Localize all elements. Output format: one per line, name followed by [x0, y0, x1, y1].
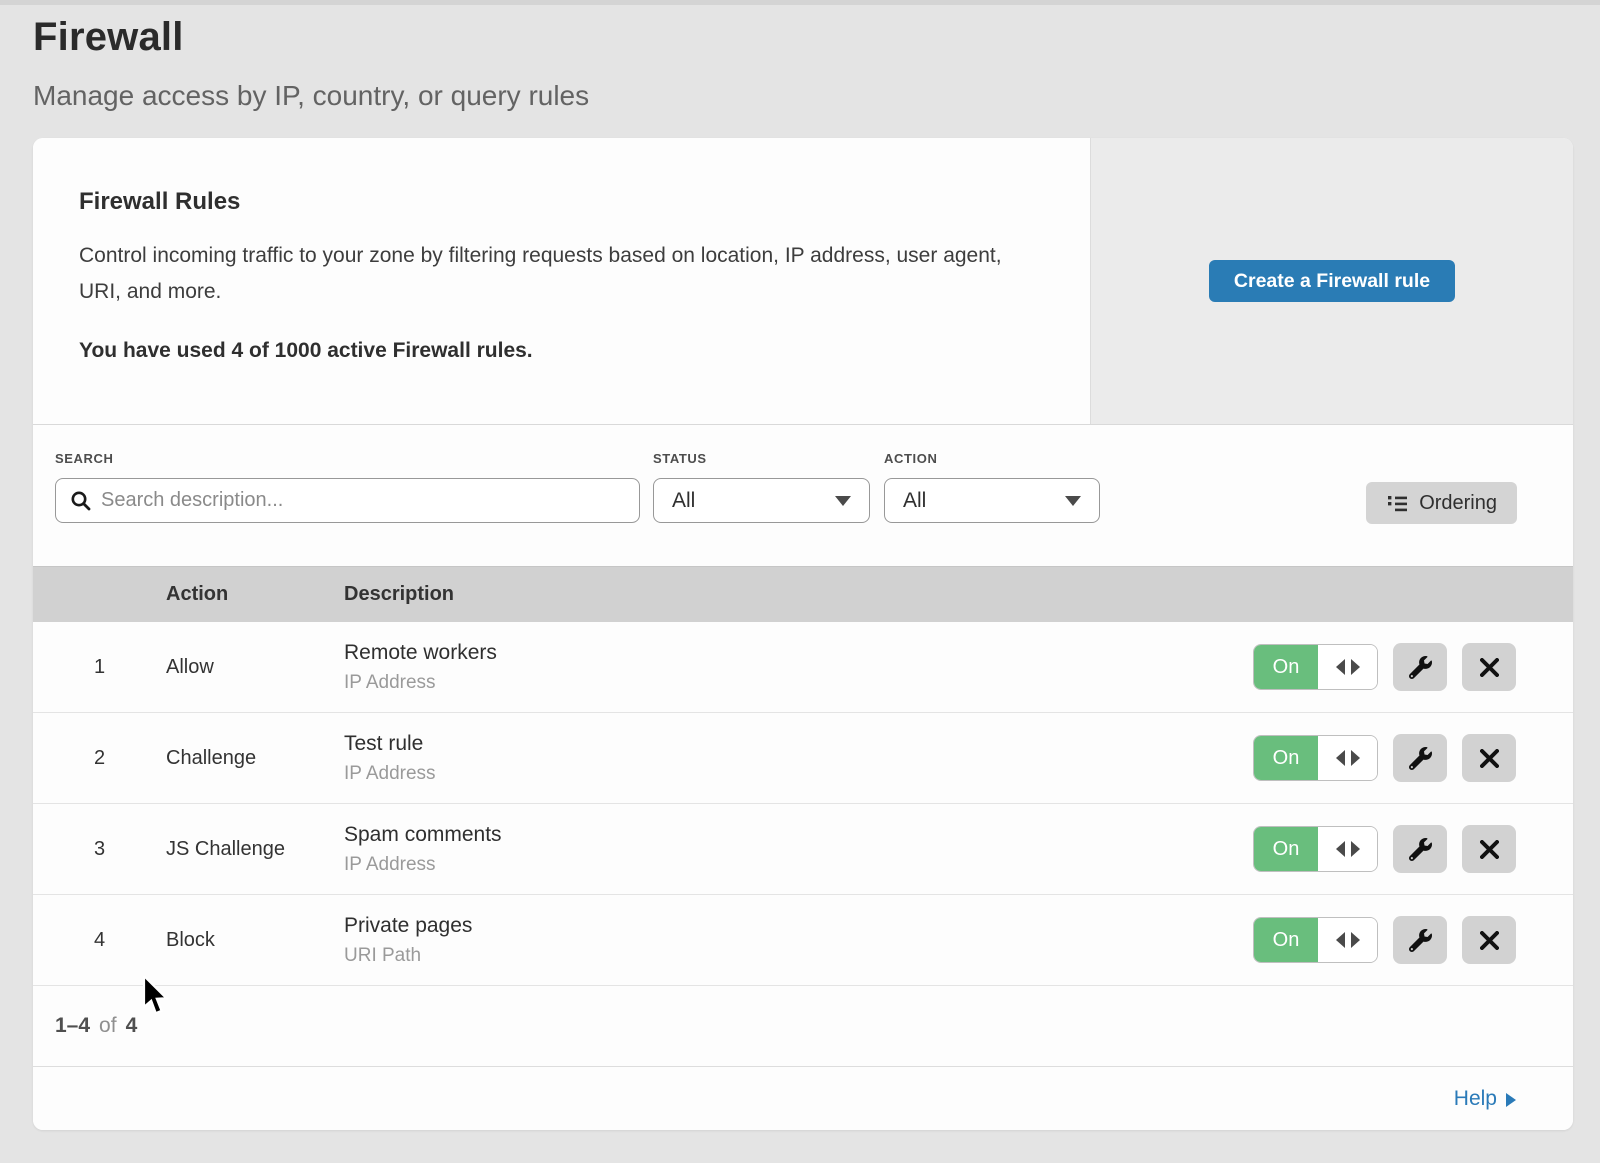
rule-action: JS Challenge [166, 838, 344, 861]
wrench-icon [1409, 838, 1432, 861]
toggle-on-label: On [1254, 645, 1318, 689]
chevron-down-icon [835, 496, 851, 506]
rule-action: Block [166, 929, 344, 952]
search-filter-group: SEARCH [55, 451, 640, 523]
table-row: 2 Challenge Test rule IP Address On [33, 713, 1573, 804]
table-row: 4 Block Private pages URI Path On [33, 895, 1573, 986]
wrench-icon [1409, 656, 1432, 679]
pagination-total: 4 [126, 1014, 138, 1038]
delete-rule-button[interactable] [1462, 643, 1516, 691]
status-filter-group: STATUS All [653, 451, 870, 523]
toggle-on-label: On [1254, 827, 1318, 871]
rule-action: Allow [166, 656, 344, 679]
rule-enabled-toggle[interactable]: On [1253, 917, 1378, 963]
rule-field: IP Address [344, 672, 1253, 694]
rule-priority: 2 [33, 747, 166, 770]
help-link[interactable]: Help [1454, 1087, 1516, 1111]
ordering-button-label: Ordering [1419, 492, 1497, 515]
toggle-arrows-icon [1318, 736, 1377, 780]
usage-note: You have used 4 of 1000 active Firewall … [79, 339, 1030, 363]
toggle-arrows-icon [1318, 827, 1377, 871]
action-select-value: All [903, 489, 926, 513]
description-column-header: Description [344, 583, 1253, 606]
rule-controls: On [1253, 643, 1573, 691]
table-row: 3 JS Challenge Spam comments IP Address … [33, 804, 1573, 895]
rule-controls: On [1253, 825, 1573, 873]
rule-enabled-toggle[interactable]: On [1253, 735, 1378, 781]
rule-controls: On [1253, 916, 1573, 964]
wrench-icon [1409, 747, 1432, 770]
edit-rule-button[interactable] [1393, 825, 1447, 873]
edit-rule-button[interactable] [1393, 916, 1447, 964]
close-icon [1480, 931, 1499, 950]
chevron-down-icon [1065, 496, 1081, 506]
rule-description-cell: Remote workers IP Address [344, 641, 1253, 694]
rule-field: URI Path [344, 945, 1253, 967]
search-input-wrapper [55, 478, 640, 523]
card-intro: Firewall Rules Control incoming traffic … [33, 138, 1090, 424]
card-title: Firewall Rules [79, 188, 1030, 216]
rule-description: Private pages [344, 914, 1253, 938]
search-icon [70, 490, 91, 511]
rule-description-cell: Test rule IP Address [344, 732, 1253, 785]
delete-rule-button[interactable] [1462, 825, 1516, 873]
ordering-button[interactable]: Ordering [1366, 482, 1517, 524]
rule-priority: 3 [33, 838, 166, 861]
action-label: ACTION [884, 451, 1100, 466]
pagination-range: 1–4 [55, 1014, 90, 1038]
page-subtitle: Manage access by IP, country, or query r… [33, 80, 1567, 112]
rule-description-cell: Private pages URI Path [344, 914, 1253, 967]
create-firewall-rule-button[interactable]: Create a Firewall rule [1209, 260, 1455, 302]
toggle-on-label: On [1254, 736, 1318, 780]
rule-description: Spam comments [344, 823, 1253, 847]
search-input[interactable] [101, 489, 625, 512]
action-select[interactable]: All [884, 478, 1100, 523]
page-header: Firewall Manage access by IP, country, o… [0, 5, 1600, 112]
rule-field: IP Address [344, 763, 1253, 785]
close-icon [1480, 658, 1499, 677]
rule-field: IP Address [344, 854, 1253, 876]
card-description: Control incoming traffic to your zone by… [79, 238, 1029, 310]
card-side-panel: Create a Firewall rule [1090, 138, 1573, 424]
help-row: Help [33, 1066, 1573, 1130]
pagination-of: of [99, 1014, 117, 1038]
action-column-header: Action [166, 583, 344, 606]
delete-rule-button[interactable] [1462, 734, 1516, 782]
toggle-arrows-icon [1318, 645, 1377, 689]
rule-priority: 4 [33, 929, 166, 952]
ordered-list-icon [1386, 493, 1408, 513]
rule-action: Challenge [166, 747, 344, 770]
close-icon [1480, 840, 1499, 859]
page-title: Firewall [33, 15, 1567, 60]
table-header: Action Description [33, 566, 1573, 622]
rule-priority: 1 [33, 656, 166, 679]
status-label: STATUS [653, 451, 870, 466]
rule-description: Test rule [344, 732, 1253, 756]
rule-enabled-toggle[interactable]: On [1253, 644, 1378, 690]
search-label: SEARCH [55, 451, 640, 466]
status-select-value: All [672, 489, 695, 513]
close-icon [1480, 749, 1499, 768]
help-arrow-icon [1506, 1093, 1516, 1107]
delete-rule-button[interactable] [1462, 916, 1516, 964]
edit-rule-button[interactable] [1393, 643, 1447, 691]
rule-enabled-toggle[interactable]: On [1253, 826, 1378, 872]
status-select[interactable]: All [653, 478, 870, 523]
edit-rule-button[interactable] [1393, 734, 1447, 782]
wrench-icon [1409, 929, 1432, 952]
toggle-on-label: On [1254, 918, 1318, 962]
help-link-label: Help [1454, 1087, 1497, 1111]
card-top-section: Firewall Rules Control incoming traffic … [33, 138, 1573, 424]
rule-description: Remote workers [344, 641, 1253, 665]
filters-bar: SEARCH STATUS All ACTION All [33, 424, 1573, 566]
table-row: 1 Allow Remote workers IP Address On [33, 622, 1573, 713]
toggle-arrows-icon [1318, 918, 1377, 962]
rule-description-cell: Spam comments IP Address [344, 823, 1253, 876]
action-filter-group: ACTION All [884, 451, 1100, 523]
pagination: 1–4 of 4 [33, 986, 1573, 1066]
firewall-rules-card: Firewall Rules Control incoming traffic … [33, 138, 1573, 1130]
rule-controls: On [1253, 734, 1573, 782]
